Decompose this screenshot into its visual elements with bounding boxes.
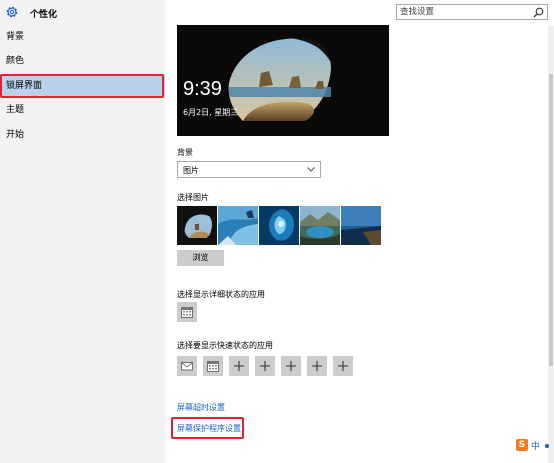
sidebar-item-colors[interactable]: 颜色 [0,50,165,72]
detailed-status-app-button[interactable] [177,302,197,322]
sidebar-item-themes[interactable]: 主题 [0,99,165,121]
sidebar-item-lock-screen[interactable]: 锁屏界面 [0,75,165,97]
plus-icon [338,361,348,371]
detailed-status-label: 选择显示详细状态的应用 [177,290,265,299]
quick-status-slot-1[interactable] [177,356,197,376]
plus-icon [234,361,244,371]
screen-saver-settings-link[interactable]: 屏幕保护程序设置 [177,423,241,434]
ime-logo-icon: S [516,439,528,451]
scrollbar-thumb[interactable] [549,74,553,366]
picture-thumbnail-3[interactable] [259,206,299,245]
lock-screen-preview: 9:39 6月2日, 星期三 [177,25,389,136]
browse-button[interactable]: 浏览 [177,250,224,266]
screen-timeout-settings-link[interactable]: 屏幕超时设置 [177,402,225,413]
preview-date: 6月2日, 星期三 [183,108,239,117]
ime-language-label: 中 [531,442,541,452]
sidebar: 个性化 背景 颜色 锁屏界面 主题 开始 [0,0,165,463]
choose-picture-label: 选择图片 [177,193,209,202]
picture-thumbnail-4[interactable] [300,206,340,245]
background-dropdown-value: 图片 [183,166,199,175]
quick-status-slot-3[interactable] [229,356,249,376]
picture-thumbnail-5[interactable] [341,206,381,245]
chevron-down-icon [307,167,315,172]
background-label: 背景 [177,148,193,157]
sidebar-item-start[interactable]: 开始 [0,124,165,146]
calendar-icon [207,361,219,372]
plus-icon [312,361,322,371]
background-dropdown[interactable]: 图片 [177,161,321,178]
plus-icon [260,361,270,371]
gear-icon[interactable] [5,5,19,19]
quick-status-slot-6[interactable] [307,356,327,376]
preview-time: 9:39 [183,78,222,100]
search-input[interactable] [400,6,528,18]
picture-thumbnail-1[interactable] [177,206,217,245]
sidebar-item-background[interactable]: 背景 [0,26,165,48]
quick-status-slot-7[interactable] [333,356,353,376]
calendar-icon [181,307,193,318]
plus-icon [286,361,296,371]
mail-icon [181,362,193,371]
search-icon[interactable] [533,7,544,18]
page-title: 个性化 [30,10,58,20]
sidebar-header: 个性化 [0,0,165,26]
quick-status-slot-2[interactable] [203,356,223,376]
ime-status-dot-icon [545,444,549,448]
search-box[interactable] [396,4,548,20]
quick-status-label: 选择要显示快速状态的应用 [177,341,273,350]
ime-indicator[interactable]: S 中 [516,436,552,454]
quick-status-slot-5[interactable] [281,356,301,376]
quick-status-slot-4[interactable] [255,356,275,376]
picture-thumbnail-2[interactable] [218,206,258,245]
